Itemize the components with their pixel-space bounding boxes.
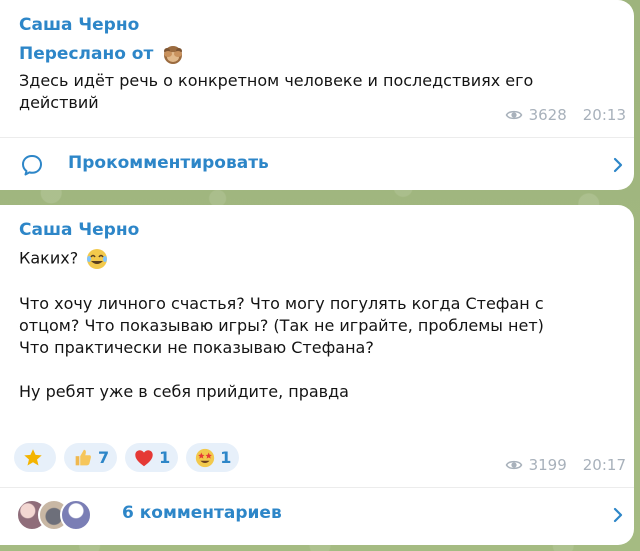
message-line: Ну ребят уже в себя прийдите, правда [19, 382, 349, 401]
comments-button[interactable]: 6 комментариев [0, 487, 634, 543]
laughing-crying-emoji-icon [87, 249, 108, 269]
comment-label: 6 комментариев [122, 503, 282, 523]
views-count: 3628 [528, 106, 567, 124]
reaction-heart[interactable]: 1 [125, 443, 179, 472]
star-icon [24, 448, 42, 466]
reaction-star[interactable] [14, 443, 56, 472]
thumbs-up-icon [75, 449, 91, 465]
eye-icon [505, 460, 522, 470]
red-heart-icon [135, 449, 153, 466]
message-line: Каких? [19, 247, 609, 271]
sender-name[interactable]: Саша Черно [19, 220, 139, 240]
chevron-right-icon [613, 157, 623, 173]
reactions-bar: 7 1 1 [14, 443, 240, 472]
message-line: Что хочу личного счастья? Что могу погул… [19, 294, 544, 313]
monkey-see-no-evil-icon [164, 46, 183, 64]
forwarded-header[interactable]: Переслано от [19, 42, 187, 66]
reaction-star-struck[interactable]: 1 [186, 443, 240, 472]
message-text: Каких? Что хочу личного счастья? Что мог… [19, 247, 609, 403]
message-bubble-forwarded: Саша Черно Переслано от Здесь идёт речь … [0, 0, 634, 190]
comment-button[interactable]: Прокомментировать [0, 137, 634, 190]
avatar [60, 499, 92, 531]
reaction-thumbs-up[interactable]: 7 [64, 443, 118, 472]
reaction-count: 1 [220, 448, 232, 467]
forwarded-label[interactable]: Переслано от [19, 44, 153, 64]
views-count: 3199 [528, 456, 567, 474]
message-meta: 3199 20:17 [505, 456, 626, 474]
eye-icon [505, 110, 522, 120]
message-line: Здесь идёт речь о конкретном человеке и … [19, 71, 534, 90]
message-time: 20:13 [582, 106, 626, 124]
message-bubble: Саша Черно Каких? Что хочу личного счаст… [0, 205, 634, 545]
reaction-count: 1 [159, 448, 171, 467]
star-struck-icon [196, 448, 215, 467]
message-meta: 3628 20:13 [505, 106, 626, 124]
message-time: 20:17 [582, 456, 626, 474]
comment-bubble-icon [22, 155, 42, 176]
sender-name[interactable]: Саша Черно [19, 15, 139, 35]
chevron-right-icon [613, 507, 623, 523]
message-line: Что практически не показываю Стефана? [19, 338, 374, 357]
message-line: отцом? Что показываю игры? (Так не играй… [19, 316, 544, 335]
comment-label: Прокомментировать [68, 153, 269, 173]
reaction-count: 7 [98, 448, 110, 467]
comment-avatars [16, 499, 112, 531]
